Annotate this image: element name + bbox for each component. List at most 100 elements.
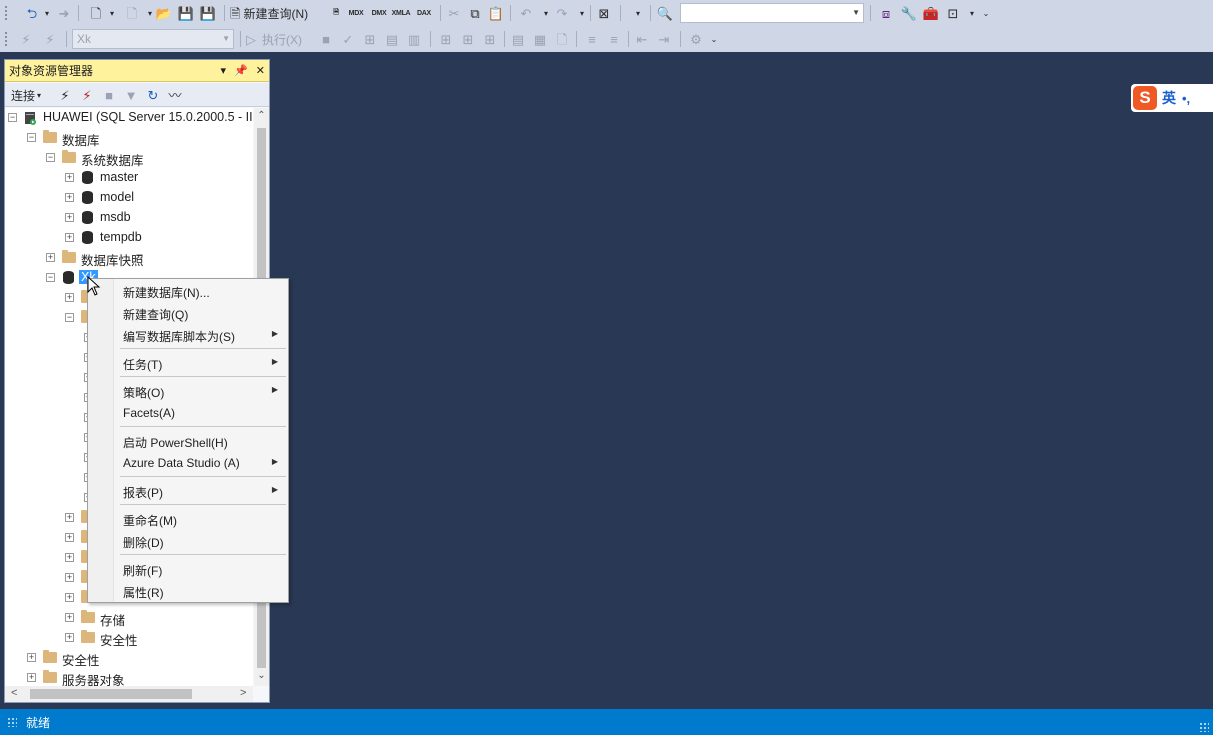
parse-icon[interactable]: ✓	[338, 29, 358, 49]
menu-item-new-database[interactable]: 新建数据库(N)...	[88, 280, 288, 302]
collapse-icon[interactable]: −	[65, 313, 74, 322]
tree-node-database-security[interactable]: + 安全性	[5, 628, 253, 648]
copy-icon[interactable]: ⧉	[465, 3, 485, 23]
menu-item-facets[interactable]: Facets(A)	[88, 402, 288, 424]
menu-item-tasks[interactable]: 任务(T) ▶	[88, 352, 288, 374]
expand-icon[interactable]: +	[65, 533, 74, 542]
expand-icon[interactable]: +	[65, 613, 74, 622]
filter-icon[interactable]: ▼	[121, 85, 141, 105]
window-position-dropdown-icon[interactable]: ▾	[221, 60, 227, 82]
stop-icon[interactable]: ■	[99, 85, 119, 105]
connect-icon[interactable]: ⚡	[16, 29, 36, 49]
results-to-file-icon[interactable]: 🗋	[552, 29, 572, 49]
new-query-button[interactable]: 🗎 新建查询(N)	[230, 3, 308, 23]
expand-icon[interactable]: +	[65, 213, 74, 222]
cut-icon[interactable]: ✂	[444, 3, 464, 23]
collapse-icon[interactable]: −	[8, 113, 17, 122]
activity-monitor-icon[interactable]: 〰	[165, 85, 185, 105]
tree-node-server[interactable]: − HUAWEI (SQL Server 15.0.2000.5 - II	[5, 108, 253, 128]
forward-icon[interactable]: ➜	[54, 3, 74, 23]
object-explorer-title-bar[interactable]: 对象资源管理器 ▾ 📌 ✕	[5, 60, 269, 82]
disconnect-icon[interactable]: ⚡	[77, 85, 97, 105]
menu-item-refresh[interactable]: 刷新(F)	[88, 558, 288, 580]
stop-icon[interactable]: ■	[316, 29, 336, 49]
menu-item-start-powershell[interactable]: 启动 PowerShell(H)	[88, 430, 288, 452]
dropdown-arrow-icon[interactable]: ▾	[102, 3, 122, 23]
tree-node-msdb[interactable]: + msdb	[5, 208, 253, 228]
paste-icon[interactable]: 📋	[486, 3, 506, 23]
tree-node-database-snapshots[interactable]: + 数据库快照	[5, 248, 253, 268]
scroll-right-icon[interactable]: >	[240, 687, 246, 699]
uncomment-icon[interactable]: ≡	[604, 29, 624, 49]
undo-icon[interactable]: ↶	[516, 3, 536, 23]
save-all-icon[interactable]: 💾	[198, 3, 218, 23]
scroll-left-icon[interactable]: <	[11, 687, 17, 699]
scrollbar-thumb[interactable]	[30, 689, 192, 699]
expand-icon[interactable]: +	[65, 513, 74, 522]
expand-icon[interactable]: +	[46, 253, 55, 262]
expand-icon[interactable]: +	[65, 633, 74, 642]
xmla-query-icon[interactable]: XMLA	[391, 3, 411, 23]
wrench-icon[interactable]: 🔧	[899, 3, 919, 23]
menu-item-delete[interactable]: 删除(D)	[88, 530, 288, 552]
pin-icon[interactable]: 📌	[234, 60, 248, 82]
find-in-files-icon[interactable]: 🔍	[655, 3, 675, 23]
expand-icon[interactable]: +	[65, 573, 74, 582]
ime-indicator[interactable]: S 英 •,	[1131, 84, 1213, 112]
toolbar-overflow-icon[interactable]: ⌄	[704, 29, 724, 49]
specify-values-icon[interactable]: ⚙	[686, 29, 706, 49]
intellisense-icon[interactable]: ▥	[404, 29, 424, 49]
live-stats-icon[interactable]: ⊞	[458, 29, 478, 49]
command-window-icon[interactable]: ⊡	[943, 3, 963, 23]
expand-icon[interactable]: +	[65, 593, 74, 602]
decrease-indent-icon[interactable]: ⇤	[632, 29, 652, 49]
activity-monitor-icon[interactable]: ⊠	[594, 3, 614, 23]
tree-node-server-objects[interactable]: + 服务器对象	[5, 668, 253, 686]
redo-icon[interactable]: ↷	[552, 3, 572, 23]
estimated-plan-icon[interactable]: ⊞	[360, 29, 380, 49]
tree-node-model[interactable]: + model	[5, 188, 253, 208]
horizontal-scrollbar[interactable]: < >	[5, 686, 253, 702]
scroll-up-icon[interactable]: ⌃	[254, 110, 269, 124]
comment-icon[interactable]: ≡	[582, 29, 602, 49]
toolbar-grip[interactable]	[4, 31, 8, 47]
tree-node-system-databases[interactable]: − 系统数据库	[5, 148, 253, 168]
visual-studio-icon[interactable]: ⧈	[876, 3, 896, 23]
tree-node-databases[interactable]: − 数据库	[5, 128, 253, 148]
expand-icon[interactable]: +	[65, 553, 74, 562]
database-engine-query-icon[interactable]: 🗎	[326, 3, 346, 23]
menu-item-azure-data-studio[interactable]: Azure Data Studio (A) ▶	[88, 452, 288, 474]
expand-icon[interactable]: +	[65, 293, 74, 302]
connect-plug-icon[interactable]: ⚡	[55, 85, 75, 105]
increase-indent-icon[interactable]: ⇥	[654, 29, 674, 49]
tree-node-tempdb[interactable]: + tempdb	[5, 228, 253, 248]
change-connection-icon[interactable]: ⚡	[40, 29, 60, 49]
toolbar-grip[interactable]	[4, 5, 8, 21]
tree-node-storage[interactable]: + 存储	[5, 608, 253, 628]
open-file-icon[interactable]: 📂	[154, 3, 174, 23]
find-combo[interactable]: ▼	[680, 3, 864, 23]
tree-node-master[interactable]: + master	[5, 168, 253, 188]
client-stats-icon[interactable]: ⊞	[480, 29, 500, 49]
refresh-icon[interactable]: ↻	[143, 85, 163, 105]
dax-query-icon[interactable]: DAX	[414, 3, 434, 23]
menu-item-new-query[interactable]: 新建查询(Q)	[88, 302, 288, 324]
add-item-icon[interactable]: 🗋	[122, 3, 142, 23]
menu-item-properties[interactable]: 属性(R)	[88, 580, 288, 602]
query-options-icon[interactable]: ▤	[382, 29, 402, 49]
menu-item-script-database-as[interactable]: 编写数据库脚本为(S) ▶	[88, 324, 288, 346]
collapse-icon[interactable]: −	[46, 153, 55, 162]
results-to-grid-icon[interactable]: ▦	[530, 29, 550, 49]
toolbar-overflow-icon[interactable]: ⌄	[976, 3, 996, 23]
include-plan-icon[interactable]: ⊞	[436, 29, 456, 49]
execute-button[interactable]: ▷ 执行(X)	[246, 29, 302, 49]
scroll-down-icon[interactable]: ⌄	[254, 670, 269, 684]
menu-item-policies[interactable]: 策略(O) ▶	[88, 380, 288, 402]
expand-icon[interactable]: +	[65, 233, 74, 242]
tree-node-security[interactable]: + 安全性	[5, 648, 253, 668]
save-icon[interactable]: 💾	[176, 3, 196, 23]
menu-item-rename[interactable]: 重命名(M)	[88, 508, 288, 530]
close-icon[interactable]: ✕	[256, 60, 265, 82]
mdx-query-icon[interactable]: MDX	[346, 3, 366, 23]
collapse-icon[interactable]: −	[27, 133, 36, 142]
